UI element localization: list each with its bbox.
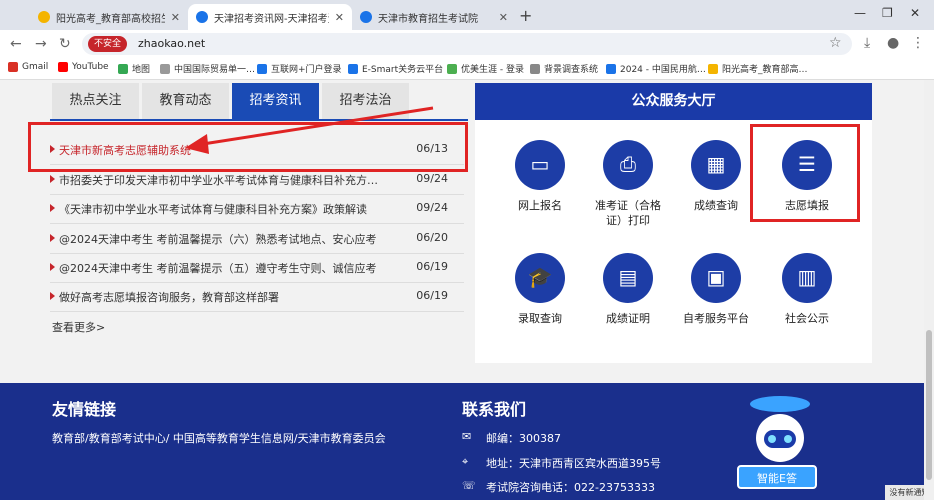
news-date: 06/19 — [416, 260, 448, 273]
service-print-admission[interactable]: ⎙ 准考证（合格证）打印 — [588, 140, 668, 228]
url-text[interactable]: zhaokao.net — [138, 37, 205, 50]
news-date: 09/24 — [416, 201, 448, 214]
news-title[interactable]: 《天津市初中学业水平考试体育与健康科目补充方案》政策解读 — [59, 201, 419, 217]
service-hall-title: 公众服务大厅 — [475, 83, 872, 120]
forward-icon[interactable]: → — [35, 36, 47, 52]
service-online-registration[interactable]: ▭ 网上报名 — [500, 140, 580, 213]
tab-title: 阳光高考_教育部高校招生阳光… — [56, 13, 165, 25]
back-icon[interactable]: ← — [10, 36, 22, 52]
more-link[interactable]: 查看更多> — [52, 319, 105, 335]
news-title[interactable]: @2024天津中考生 考前温馨提示（六）熟悉考试地点、安心应考 — [59, 231, 419, 247]
globe-icon — [530, 63, 540, 74]
bullet-arrow-icon — [50, 234, 55, 242]
globe-icon — [160, 63, 170, 74]
bullet-arrow-icon — [50, 263, 55, 271]
download-icon[interactable]: ⤓ — [864, 35, 870, 51]
monitor-icon: ▭ — [515, 140, 565, 190]
highlight-box — [750, 124, 860, 222]
bookmark-item[interactable]: 优美生涯 - 登录 — [447, 62, 524, 75]
annotation-arrow — [185, 106, 434, 154]
self-exam-icon: ▣ — [691, 253, 741, 303]
news-date: 06/20 — [416, 231, 448, 244]
browser-tab-1[interactable]: 阳光高考_教育部高校招生阳光… ✕ — [30, 4, 188, 30]
phone-icon: ☏ — [462, 479, 476, 492]
certificate-icon: ▤ — [603, 253, 653, 303]
bookmark-item[interactable]: 互联网+门户登录 — [257, 62, 342, 75]
service-public-notice[interactable]: ▥ 社会公示 — [767, 253, 847, 326]
globe-icon — [360, 11, 372, 23]
news-item[interactable]: 《天津市初中学业水平考试体育与健康科目补充方案》政策解读 09/24 — [50, 195, 464, 224]
gmail-icon — [8, 62, 18, 72]
bookmark-item[interactable]: 阳光高考_教育部高… — [708, 62, 808, 75]
friendly-links-title: 友情链接 — [52, 400, 117, 419]
phone: 考试院咨询电话：022-23753333 — [486, 481, 655, 494]
bullet-arrow-icon — [50, 204, 55, 212]
bookmark-item[interactable]: 背景调查系统 — [530, 62, 598, 75]
mail-icon: ✉ — [462, 430, 472, 443]
bookmark-item[interactable]: E-Smart关务云平台 — [348, 62, 443, 75]
browser-tab-2[interactable]: 天津招考资讯网-天津招考资讯… ✕ — [188, 4, 352, 30]
graduation-cap-icon: 🎓 — [515, 253, 565, 303]
news-title[interactable]: @2024天津中考生 考前温馨提示（五）遵守考生守则、诚信应考 — [59, 260, 419, 276]
close-icon[interactable]: ✕ — [499, 11, 508, 24]
bookmark-item[interactable]: 中国国际贸易单一… — [160, 62, 255, 75]
bookmark-item[interactable]: Gmail — [8, 62, 48, 72]
bookmark-star-icon[interactable]: ☆ — [829, 35, 842, 51]
service-admission-query[interactable]: 🎓 录取查询 — [500, 253, 580, 326]
news-item[interactable]: 做好高考志愿填报咨询服务，教育部这样部署 06/19 — [50, 283, 464, 312]
bullet-arrow-icon — [50, 175, 55, 183]
bookmark-item[interactable]: YouTube — [58, 62, 109, 72]
address: 地址：天津市西青区宾水西道395号 — [486, 457, 661, 470]
globe-icon — [606, 63, 616, 74]
menu-icon[interactable]: ⋮ — [911, 35, 925, 51]
news-item[interactable]: @2024天津中考生 考前温馨提示（五）遵守考生守则、诚信应考 06/19 — [50, 254, 464, 283]
bookmark-item[interactable]: 地图 — [118, 62, 150, 75]
insecure-badge[interactable]: 不安全 — [88, 36, 128, 52]
globe-icon — [196, 11, 208, 23]
minimize-icon[interactable]: — — [854, 6, 866, 20]
robot-assistant-icon[interactable] — [740, 392, 820, 472]
news-item[interactable]: @2024天津中考生 考前温馨提示（六）熟悉考试地点、安心应考 06/20 — [50, 225, 464, 254]
browser-tab-3[interactable]: 天津市教育招生考试院 ✕ — [352, 4, 516, 30]
youtube-icon — [58, 62, 68, 72]
tab-title: 天津市教育招生考试院 — [378, 13, 478, 25]
maximize-icon[interactable]: ❐ — [882, 6, 893, 20]
tab-hot-topics[interactable]: 热点关注 — [52, 83, 139, 119]
close-icon[interactable]: ✕ — [171, 11, 180, 24]
location-icon: ⌖ — [462, 455, 469, 468]
close-window-icon[interactable]: ✕ — [910, 6, 920, 20]
clipboard-icon: ▥ — [782, 253, 832, 303]
sun-icon — [38, 11, 50, 23]
sun-icon — [708, 63, 718, 74]
smart-answer-button[interactable]: 智能E答 — [737, 465, 817, 489]
profile-icon[interactable]: ● — [887, 35, 899, 51]
scrollbar-thumb[interactable] — [926, 330, 932, 480]
service-score-query[interactable]: ▦ 成绩查询 — [676, 140, 756, 213]
news-title[interactable]: 做好高考志愿填报咨询服务，教育部这样部署 — [59, 289, 419, 305]
news-date: 06/19 — [416, 289, 448, 302]
news-title[interactable]: 市招委关于印发天津市初中学业水平考试体育与健康科目补充方… — [59, 172, 419, 188]
bookmark-item[interactable]: 2024 - 中国民用航… — [606, 62, 706, 75]
reload-icon[interactable]: ↻ — [59, 36, 71, 52]
bullet-arrow-icon — [50, 292, 55, 300]
news-date: 09/24 — [416, 172, 448, 185]
maps-icon — [118, 63, 128, 74]
globe-icon — [447, 63, 457, 74]
scrollbar[interactable] — [924, 80, 934, 500]
globe-icon — [348, 63, 358, 74]
close-icon[interactable]: ✕ — [335, 11, 344, 24]
printer-icon: ⎙ — [603, 140, 653, 190]
score-icon: ▦ — [691, 140, 741, 190]
postcode: 邮编：300387 — [486, 432, 561, 445]
contact-title: 联系我们 — [462, 400, 527, 419]
new-tab-button[interactable]: + — [519, 6, 532, 25]
globe-icon — [257, 63, 267, 74]
tab-title: 天津招考资讯网-天津招考资讯… — [214, 13, 329, 25]
service-self-exam-platform[interactable]: ▣ 自考服务平台 — [676, 253, 756, 326]
friendly-links[interactable]: 教育部/教育部考试中心/ 中国高等教育学生信息网/天津市教育委员会 — [52, 430, 386, 446]
service-score-certificate[interactable]: ▤ 成绩证明 — [588, 253, 668, 326]
